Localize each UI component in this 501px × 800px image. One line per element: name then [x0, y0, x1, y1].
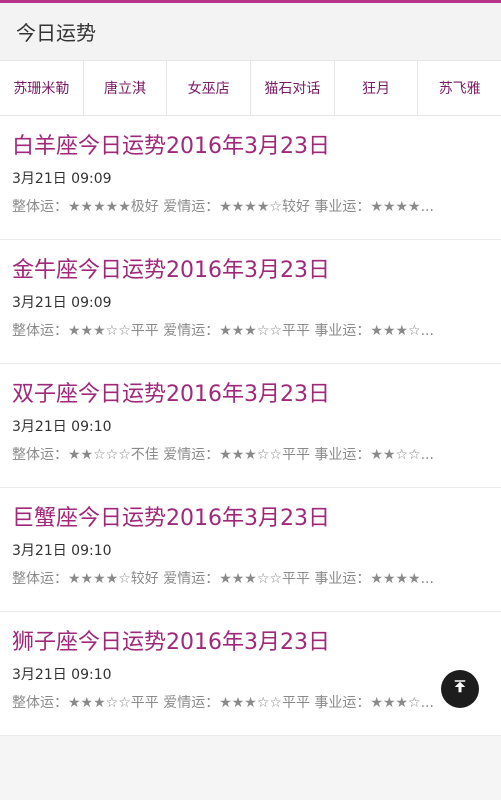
list-item[interactable]: 双子座今日运势2016年3月23日 3月21日 09:10 整体运：★★☆☆☆不…: [0, 364, 501, 488]
tab-author-6[interactable]: 苏飞雅: [418, 61, 501, 115]
item-summary: 整体运：★★★★★极好 爱情运：★★★★☆较好 事业运：★★★★...: [12, 199, 434, 215]
back-to-top-button[interactable]: [441, 670, 479, 708]
item-time: 3月21日 09:09: [12, 295, 112, 311]
tab-author-5[interactable]: 狂月: [335, 61, 419, 115]
item-title[interactable]: 金牛座今日运势2016年3月23日: [12, 256, 489, 286]
list-item[interactable]: 狮子座今日运势2016年3月23日 3月21日 09:10 整体运：★★★☆☆平…: [0, 612, 501, 736]
item-title[interactable]: 狮子座今日运势2016年3月23日: [12, 628, 489, 658]
item-summary: 整体运：★★★☆☆平平 爱情运：★★★☆☆平平 事业运：★★★☆...: [12, 323, 434, 339]
item-time: 3月21日 09:10: [12, 543, 112, 559]
tab-author-3[interactable]: 女巫店: [167, 61, 252, 115]
page-title: 今日运势: [16, 21, 96, 45]
item-summary: 整体运：★★★★☆较好 爱情运：★★★☆☆平平 事业运：★★★★...: [12, 571, 434, 587]
list-item[interactable]: 金牛座今日运势2016年3月23日 3月21日 09:09 整体运：★★★☆☆平…: [0, 240, 501, 364]
tab-author-2[interactable]: 唐立淇: [84, 61, 168, 115]
item-summary: 整体运：★★★☆☆平平 爱情运：★★★☆☆平平 事业运：★★★☆...: [12, 695, 434, 711]
item-title[interactable]: 白羊座今日运势2016年3月23日: [12, 132, 489, 162]
author-tabs: 苏珊米勒 唐立淇 女巫店 猫石对话 狂月 苏飞雅: [0, 60, 501, 116]
item-time: 3月21日 09:10: [12, 419, 112, 435]
arrow-up-icon: [451, 678, 469, 700]
horoscope-list: 白羊座今日运势2016年3月23日 3月21日 09:09 整体运：★★★★★极…: [0, 116, 501, 736]
item-time: 3月21日 09:09: [12, 171, 112, 187]
item-summary: 整体运：★★☆☆☆不佳 爱情运：★★★☆☆平平 事业运：★★☆☆...: [12, 447, 434, 463]
item-title[interactable]: 巨蟹座今日运势2016年3月23日: [12, 504, 489, 534]
app-header: 今日运势: [0, 3, 501, 60]
tab-author-1[interactable]: 苏珊米勒: [0, 61, 84, 115]
list-item[interactable]: 巨蟹座今日运势2016年3月23日 3月21日 09:10 整体运：★★★★☆较…: [0, 488, 501, 612]
item-title[interactable]: 双子座今日运势2016年3月23日: [12, 380, 489, 410]
tab-author-4[interactable]: 猫石对话: [251, 61, 335, 115]
item-time: 3月21日 09:10: [12, 667, 112, 683]
list-item[interactable]: 白羊座今日运势2016年3月23日 3月21日 09:09 整体运：★★★★★极…: [0, 116, 501, 240]
